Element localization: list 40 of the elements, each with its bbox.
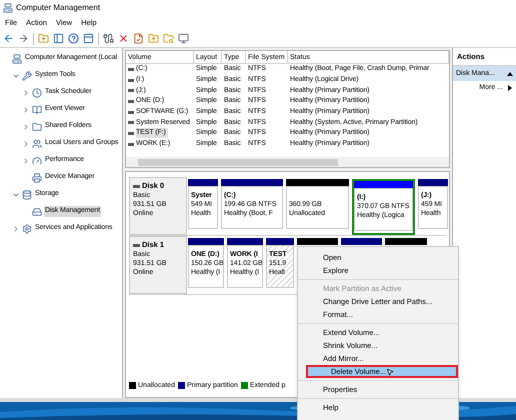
horizontal-scrollbar[interactable]	[126, 157, 449, 167]
chevron-right-icon[interactable]	[12, 224, 20, 232]
volume-icon	[128, 68, 134, 71]
volume-icon	[128, 142, 134, 146]
panel-icon[interactable]	[53, 33, 64, 44]
book-icon	[32, 104, 42, 114]
users-icon	[32, 138, 42, 148]
volume-icon	[128, 132, 134, 135]
gear-icon	[22, 224, 32, 234]
volume-icon	[128, 110, 134, 114]
chevron-right-icon[interactable]	[22, 106, 30, 114]
chevron-right-icon[interactable]	[22, 156, 30, 164]
computer-icon	[3, 3, 13, 13]
volume-icon	[128, 89, 134, 92]
forward-arrow-icon[interactable]	[18, 33, 29, 44]
database-icon	[22, 190, 32, 200]
panel-icon[interactable]	[83, 33, 94, 44]
triangle-right-icon	[508, 85, 512, 92]
printer-icon	[32, 172, 42, 182]
chevron-right-icon[interactable]	[22, 88, 30, 96]
volume-icon	[128, 100, 134, 103]
wrench-icon	[22, 70, 32, 80]
help-icon[interactable]	[68, 33, 79, 44]
mouse-cursor-icon	[386, 368, 394, 376]
folder-up-icon[interactable]	[38, 33, 49, 44]
clock-icon	[32, 88, 42, 98]
chevron-right-icon[interactable]	[22, 122, 30, 130]
folder-icon	[32, 122, 42, 132]
volume-icon	[128, 121, 134, 124]
volume-icon	[128, 78, 134, 82]
hard-drive-icon	[32, 206, 42, 216]
delete-icon[interactable]	[118, 33, 129, 44]
monitor-icon[interactable]	[178, 33, 189, 44]
gauge-icon	[32, 156, 42, 166]
back-arrow-icon[interactable]	[3, 33, 14, 44]
window-title: Computer Management	[16, 2, 100, 14]
cable-icon[interactable]	[103, 33, 114, 44]
chevron-right-icon[interactable]	[22, 140, 30, 148]
computer-icon	[12, 54, 22, 64]
document-check-icon[interactable]	[133, 33, 144, 44]
